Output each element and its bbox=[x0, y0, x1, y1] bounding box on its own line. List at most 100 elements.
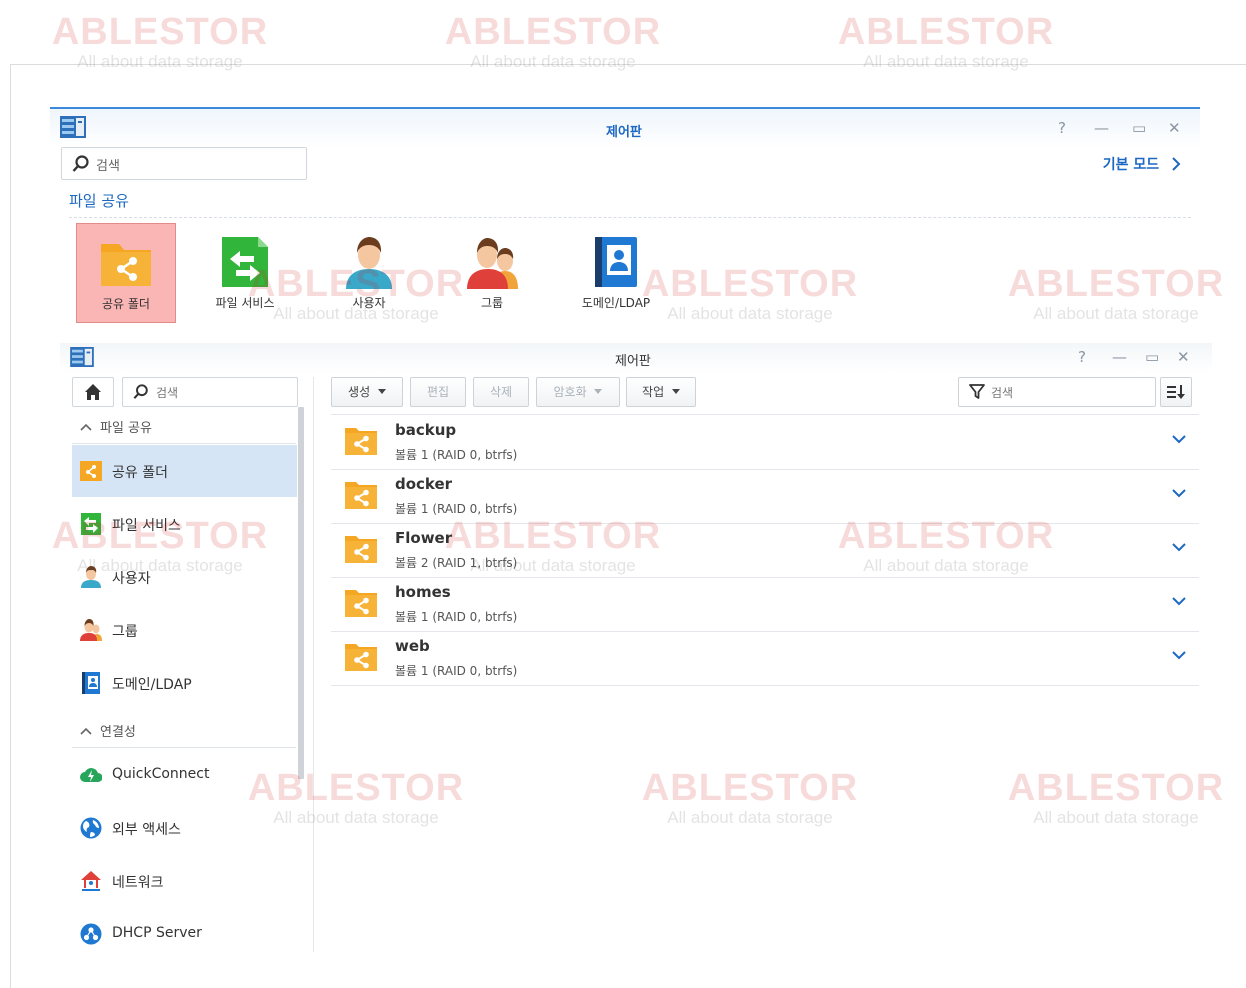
title-bar: 제어판 ? — ▭ ✕ bbox=[50, 107, 1200, 147]
tile-shared-folder[interactable]: 공유 폴더 bbox=[76, 223, 176, 323]
group-divider bbox=[72, 747, 296, 748]
user-icon bbox=[346, 237, 392, 289]
filter-icon bbox=[969, 384, 985, 399]
watermark-logo: ABLESTORAll about data storage bbox=[444, 11, 662, 71]
sidebar-divider bbox=[313, 377, 314, 952]
sidebar-scrollbar[interactable] bbox=[298, 407, 304, 779]
sidebar-item-group[interactable]: 그룹 bbox=[72, 604, 297, 656]
chevron-down-icon[interactable] bbox=[1171, 539, 1187, 555]
create-button[interactable]: 생성 bbox=[331, 377, 403, 407]
encrypt-button-label: 암호화 bbox=[553, 385, 587, 399]
domain-ldap-icon bbox=[82, 672, 100, 694]
shared-folder-icon bbox=[101, 244, 151, 286]
search-placeholder: 검색 bbox=[96, 159, 120, 174]
sidebar-item-domain-ldap[interactable]: 도메인/LDAP bbox=[72, 657, 297, 709]
tile-group[interactable]: 그룹 bbox=[443, 223, 541, 321]
folder-volume: 볼륨 2 (RAID 1, btrfs) bbox=[395, 556, 518, 570]
maximize-button[interactable]: ▭ bbox=[1132, 119, 1146, 137]
close-button[interactable]: ✕ bbox=[1168, 119, 1181, 137]
chevron-down-icon[interactable] bbox=[1171, 647, 1187, 663]
minimize-button[interactable]: — bbox=[1112, 348, 1127, 366]
tile-domain-ldap[interactable]: 도메인/LDAP bbox=[567, 223, 665, 321]
sidebar-item-label: DHCP Server bbox=[112, 925, 202, 941]
group-label: 파일 공유 bbox=[100, 421, 152, 436]
folder-name: docker bbox=[395, 475, 453, 493]
watermark-logo: ABLESTORAll about data storage bbox=[837, 11, 1055, 71]
folder-name: web bbox=[395, 637, 430, 655]
close-button[interactable]: ✕ bbox=[1177, 348, 1190, 366]
window-title: 제어판 bbox=[615, 354, 651, 369]
delete-button[interactable]: 삭제 bbox=[473, 377, 529, 407]
section-divider bbox=[69, 217, 1191, 218]
chevron-right-icon bbox=[1172, 157, 1181, 171]
encrypt-button[interactable]: 암호화 bbox=[536, 377, 620, 407]
user-icon bbox=[81, 566, 101, 588]
action-button[interactable]: 작업 bbox=[626, 377, 696, 407]
title-bar: 제어판 ? — ▭ ✕ bbox=[60, 343, 1212, 373]
help-button[interactable]: ? bbox=[1078, 348, 1086, 366]
folder-row-web[interactable]: web 볼륨 1 (RAID 0, btrfs) bbox=[331, 631, 1199, 686]
basic-mode-link[interactable]: 기본 모드 bbox=[1103, 154, 1182, 174]
tile-label: 공유 폴더 bbox=[102, 297, 150, 311]
shared-folder-icon bbox=[345, 590, 377, 617]
create-button-label: 생성 bbox=[348, 385, 371, 399]
edit-button[interactable]: 편집 bbox=[410, 377, 466, 407]
tile-file-services[interactable]: 파일 서비스 bbox=[196, 223, 294, 321]
watermark-logo: ABLESTORAll about data storage bbox=[51, 11, 269, 71]
control-panel-app-icon bbox=[70, 347, 94, 367]
sort-icon bbox=[1167, 385, 1185, 399]
folder-name: backup bbox=[395, 421, 457, 439]
sort-button[interactable] bbox=[1160, 377, 1192, 407]
group-icon bbox=[80, 619, 102, 641]
folder-volume: 볼륨 1 (RAID 0, btrfs) bbox=[395, 502, 518, 516]
tile-user[interactable]: 사용자 bbox=[320, 223, 418, 321]
folder-row-homes[interactable]: homes 볼륨 1 (RAID 0, btrfs) bbox=[331, 577, 1199, 632]
home-button[interactable] bbox=[72, 377, 114, 407]
sidebar-item-external-access[interactable]: 외부 액세스 bbox=[72, 802, 297, 854]
group-label: 연결성 bbox=[100, 725, 136, 740]
basic-mode-label: 기본 모드 bbox=[1102, 157, 1160, 173]
search-placeholder: 검색 bbox=[156, 386, 179, 400]
folder-row-backup[interactable]: backup 볼륨 1 (RAID 0, btrfs) bbox=[331, 415, 1199, 470]
help-button[interactable]: ? bbox=[1058, 119, 1066, 137]
sidebar-item-shared-folder[interactable]: 공유 폴더 bbox=[72, 445, 297, 497]
sidebar-search-input[interactable]: 검색 bbox=[122, 377, 298, 407]
chevron-up-icon bbox=[80, 423, 92, 431]
caret-down-icon bbox=[377, 389, 386, 394]
chevron-down-icon[interactable] bbox=[1171, 485, 1187, 501]
sidebar-item-dhcp-server[interactable]: DHCP Server bbox=[72, 908, 297, 960]
window-title: 제어판 bbox=[606, 125, 642, 140]
tile-label: 그룹 bbox=[480, 296, 504, 310]
dhcp-server-icon bbox=[80, 923, 102, 945]
sidebar-item-label: 네트워크 bbox=[112, 875, 164, 891]
maximize-button[interactable]: ▭ bbox=[1145, 348, 1159, 366]
action-button-label: 작업 bbox=[642, 385, 665, 399]
shared-folder-icon bbox=[345, 536, 377, 563]
tile-label: 파일 서비스 bbox=[215, 296, 275, 310]
folder-volume: 볼륨 1 (RAID 0, btrfs) bbox=[395, 664, 518, 678]
folder-name: Flower bbox=[395, 529, 453, 547]
folder-name: homes bbox=[395, 583, 451, 601]
domain-ldap-icon bbox=[595, 237, 637, 287]
filter-search-input[interactable]: 검색 bbox=[958, 377, 1156, 407]
sidebar-item-file-services[interactable]: 파일 서비스 bbox=[72, 498, 297, 550]
shared-folder-icon bbox=[345, 482, 377, 509]
folder-row-flower[interactable]: Flower 볼륨 2 (RAID 1, btrfs) bbox=[331, 523, 1199, 578]
chevron-down-icon[interactable] bbox=[1171, 431, 1187, 447]
file-services-icon bbox=[81, 513, 101, 535]
filter-placeholder: 검색 bbox=[991, 386, 1014, 400]
control-panel-app-icon bbox=[60, 116, 86, 138]
chevron-down-icon[interactable] bbox=[1171, 593, 1187, 609]
folder-volume: 볼륨 1 (RAID 0, btrfs) bbox=[395, 448, 518, 462]
sidebar-item-label: 공유 폴더 bbox=[112, 465, 168, 481]
search-input[interactable]: 검색 bbox=[61, 147, 307, 180]
minimize-button[interactable]: — bbox=[1094, 119, 1109, 137]
sidebar-item-network[interactable]: 네트워크 bbox=[72, 855, 297, 907]
folder-row-docker[interactable]: docker 볼륨 1 (RAID 0, btrfs) bbox=[331, 469, 1199, 524]
shared-folder-icon bbox=[345, 644, 377, 671]
home-icon bbox=[85, 384, 101, 400]
sidebar-item-user[interactable]: 사용자 bbox=[72, 551, 297, 603]
tile-label: 도메인/LDAP bbox=[581, 296, 651, 310]
page-frame-left bbox=[10, 64, 11, 988]
sidebar-item-quickconnect[interactable]: QuickConnect bbox=[72, 749, 297, 801]
